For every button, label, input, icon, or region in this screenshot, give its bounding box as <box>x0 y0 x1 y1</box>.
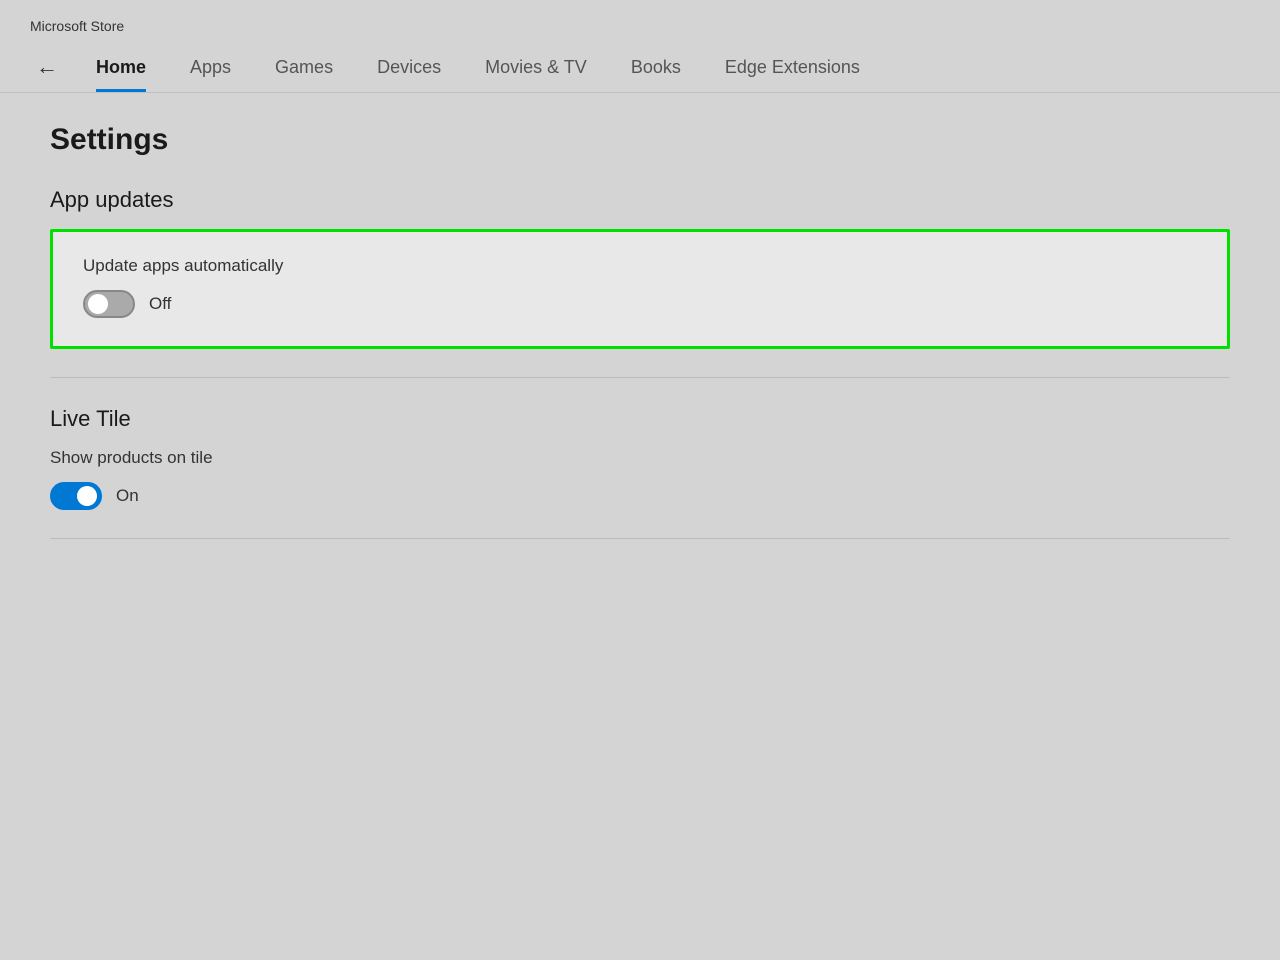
show-products-toggle[interactable] <box>50 482 102 510</box>
back-button[interactable]: ← <box>20 42 74 92</box>
nav-item-devices[interactable]: Devices <box>355 43 463 92</box>
show-products-toggle-label: On <box>116 486 139 506</box>
nav-label-games: Games <box>275 57 333 77</box>
nav-label-devices: Devices <box>377 57 441 77</box>
nav-label-edge-extensions: Edge Extensions <box>725 57 860 77</box>
auto-update-toggle[interactable] <box>83 290 135 318</box>
auto-update-toggle-row: Off <box>83 290 1197 318</box>
live-tile-section-title: Live Tile <box>50 406 1230 432</box>
nav-label-home: Home <box>96 57 146 77</box>
page-title: Settings <box>50 123 1230 157</box>
nav-item-edge-extensions[interactable]: Edge Extensions <box>703 43 882 92</box>
auto-update-toggle-knob <box>88 294 108 314</box>
main-content: Settings App updates Update apps automat… <box>0 93 1280 597</box>
nav-item-books[interactable]: Books <box>609 43 703 92</box>
nav-label-books: Books <box>631 57 681 77</box>
show-products-label: Show products on tile <box>50 448 1230 468</box>
show-products-toggle-knob <box>77 486 97 506</box>
title-bar: Microsoft Store <box>0 0 1280 42</box>
nav-bar: ← Home Apps Games Devices Movies & TV Bo… <box>0 42 1280 93</box>
live-tile-section: Live Tile Show products on tile On <box>50 406 1230 510</box>
auto-update-label: Update apps automatically <box>83 256 1197 276</box>
auto-update-card: Update apps automatically Off <box>50 229 1230 349</box>
nav-item-home[interactable]: Home <box>74 43 168 92</box>
nav-item-games[interactable]: Games <box>253 43 355 92</box>
app-updates-section-title: App updates <box>50 187 1230 213</box>
nav-label-apps: Apps <box>190 57 231 77</box>
back-icon: ← <box>36 54 58 80</box>
app-title: Microsoft Store <box>30 18 124 34</box>
nav-item-apps[interactable]: Apps <box>168 43 253 92</box>
nav-item-movies-tv[interactable]: Movies & TV <box>463 43 609 92</box>
auto-update-toggle-label: Off <box>149 294 171 314</box>
divider-1 <box>50 377 1230 378</box>
nav-label-movies-tv: Movies & TV <box>485 57 587 77</box>
divider-2 <box>50 538 1230 539</box>
show-products-toggle-row: On <box>50 482 1230 510</box>
